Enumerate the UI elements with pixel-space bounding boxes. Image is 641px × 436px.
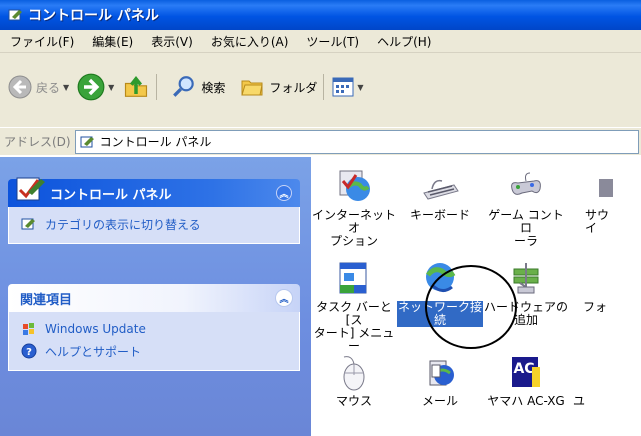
forward-dropdown-icon[interactable]: ▼	[108, 83, 114, 92]
taskbar-item[interactable]: タスク バーと [ス タート] メニュー	[311, 259, 397, 353]
sound-item[interactable]: サウ イ	[569, 167, 641, 235]
address-input[interactable]: コントロール パネル	[74, 129, 639, 154]
item-label: マウス	[335, 394, 372, 408]
control-panel-icon	[80, 136, 94, 147]
yamaha-ac-xg-icon: AC	[512, 357, 540, 387]
related-taskbox: 関連項目 ︽ Windows Update ? ヘルプとサポート	[8, 284, 300, 371]
item-label: ユ	[573, 394, 586, 408]
folders-label: フォルダ	[269, 80, 318, 95]
back-arrow-icon	[8, 75, 32, 99]
switch-to-category-view-link[interactable]: カテゴリの表示に切り替える	[21, 213, 291, 235]
related-body: Windows Update ? ヘルプとサポート	[8, 312, 300, 371]
fonts-item[interactable]: フォ	[569, 259, 641, 314]
internet-options-icon	[339, 170, 370, 201]
control-panel-taskbox: コントロール パネル ︽ カテゴリの表示に切り替える	[8, 177, 300, 244]
taskbar-icon	[339, 262, 367, 294]
svg-text:?: ?	[26, 347, 32, 358]
item-label: タスク バーと [ス タート] メニュー	[313, 300, 395, 353]
svg-text:AC: AC	[513, 361, 534, 377]
views-icon	[332, 77, 354, 97]
toolbar-separator	[323, 74, 325, 100]
mouse-icon	[343, 356, 365, 391]
up-folder-button[interactable]	[122, 73, 150, 101]
title-bar: コントロール パネル	[0, 0, 641, 30]
up-folder-icon	[125, 76, 148, 97]
menu-help[interactable]: ヘルプ(H)	[367, 33, 439, 50]
menu-edit[interactable]: 編集(E)	[82, 33, 141, 50]
related-header[interactable]: 関連項目 ︽	[8, 284, 300, 312]
control-panel-title: コントロール パネル	[50, 187, 172, 203]
item-label: ゲーム コントロ ーラ	[488, 208, 564, 248]
menu-file[interactable]: ファイル(F)	[0, 33, 82, 50]
control-panel-body: カテゴリの表示に切り替える	[8, 207, 300, 244]
menu-tools[interactable]: ツール(T)	[296, 33, 367, 50]
related-title: 関連項目	[20, 292, 73, 308]
back-label: 戻る	[36, 80, 61, 95]
link-label: Windows Update	[45, 322, 146, 336]
toolbar-separator	[156, 74, 158, 100]
control-panel-icon	[8, 9, 22, 21]
help-and-support-link[interactable]: ? ヘルプとサポート	[21, 340, 291, 362]
keyboard-item[interactable]: キーボード	[397, 167, 483, 222]
yamaha-ac-xg-item[interactable]: AC ヤマハ AC-XG	[483, 353, 569, 408]
views-button[interactable]: ▼	[332, 77, 364, 97]
back-dropdown-icon[interactable]: ▼	[63, 83, 69, 92]
views-dropdown-icon[interactable]: ▼	[357, 83, 363, 92]
search-label: 検索	[201, 80, 226, 95]
control-panel-header[interactable]: コントロール パネル ︽	[8, 177, 300, 207]
control-panel-icon	[21, 218, 35, 230]
control-panel-large-icon	[16, 177, 45, 201]
search-icon	[173, 76, 195, 97]
search-button[interactable]: 検索	[171, 74, 225, 100]
item-label: キーボード	[409, 208, 470, 222]
internet-options-item[interactable]: インターネット オ プション	[311, 167, 397, 248]
address-bar: アドレス(D) コントロール パネル	[0, 127, 641, 155]
windows-update-link[interactable]: Windows Update	[21, 318, 291, 340]
sound-icon	[599, 179, 613, 197]
folders-icon	[241, 80, 263, 96]
menu-bar: ファイル(F) 編集(E) 表示(V) お気に入り(A) ツール(T) ヘルプ(…	[0, 30, 641, 53]
help-icon: ?	[21, 343, 37, 359]
link-label: ヘルプとサポート	[45, 344, 142, 359]
menu-view[interactable]: 表示(V)	[141, 33, 201, 50]
toolbar: 戻る ▼ ▼ 検索 フォルダ ▼	[0, 53, 641, 127]
task-pane: コントロール パネル ︽ カテゴリの表示に切り替える 関連項目 ︽ Window…	[0, 157, 311, 436]
highlight-circle	[425, 265, 517, 349]
item-label: フォ	[583, 300, 608, 314]
back-button[interactable]: 戻る ▼	[8, 75, 69, 99]
user-item[interactable]: ユ	[569, 353, 641, 408]
collapse-icon[interactable]: ︽	[276, 290, 292, 306]
item-label: インターネット オ プション	[311, 208, 396, 248]
item-label: メール	[421, 394, 458, 408]
window-title: コントロール パネル	[28, 8, 159, 24]
menu-favorites[interactable]: お気に入り(A)	[201, 33, 297, 50]
keyboard-icon	[423, 179, 459, 200]
forward-button[interactable]: ▼	[77, 73, 114, 101]
mail-icon	[429, 360, 454, 386]
game-controller-icon	[511, 172, 541, 195]
address-value: コントロール パネル	[99, 135, 212, 149]
link-label: カテゴリの表示に切り替える	[45, 217, 201, 232]
windows-update-icon	[23, 323, 34, 335]
game-controllers-item[interactable]: ゲーム コントロ ーラ	[483, 167, 569, 248]
mail-item[interactable]: メール	[397, 353, 483, 408]
item-label: ヤマハ AC-XG	[487, 394, 565, 408]
forward-arrow-icon	[77, 73, 105, 101]
mouse-item[interactable]: マウス	[311, 353, 397, 408]
collapse-icon[interactable]: ︽	[276, 185, 292, 201]
folders-button[interactable]: フォルダ	[239, 75, 317, 99]
item-label: サウ イ	[585, 208, 610, 235]
address-label: アドレス(D)	[4, 135, 71, 149]
